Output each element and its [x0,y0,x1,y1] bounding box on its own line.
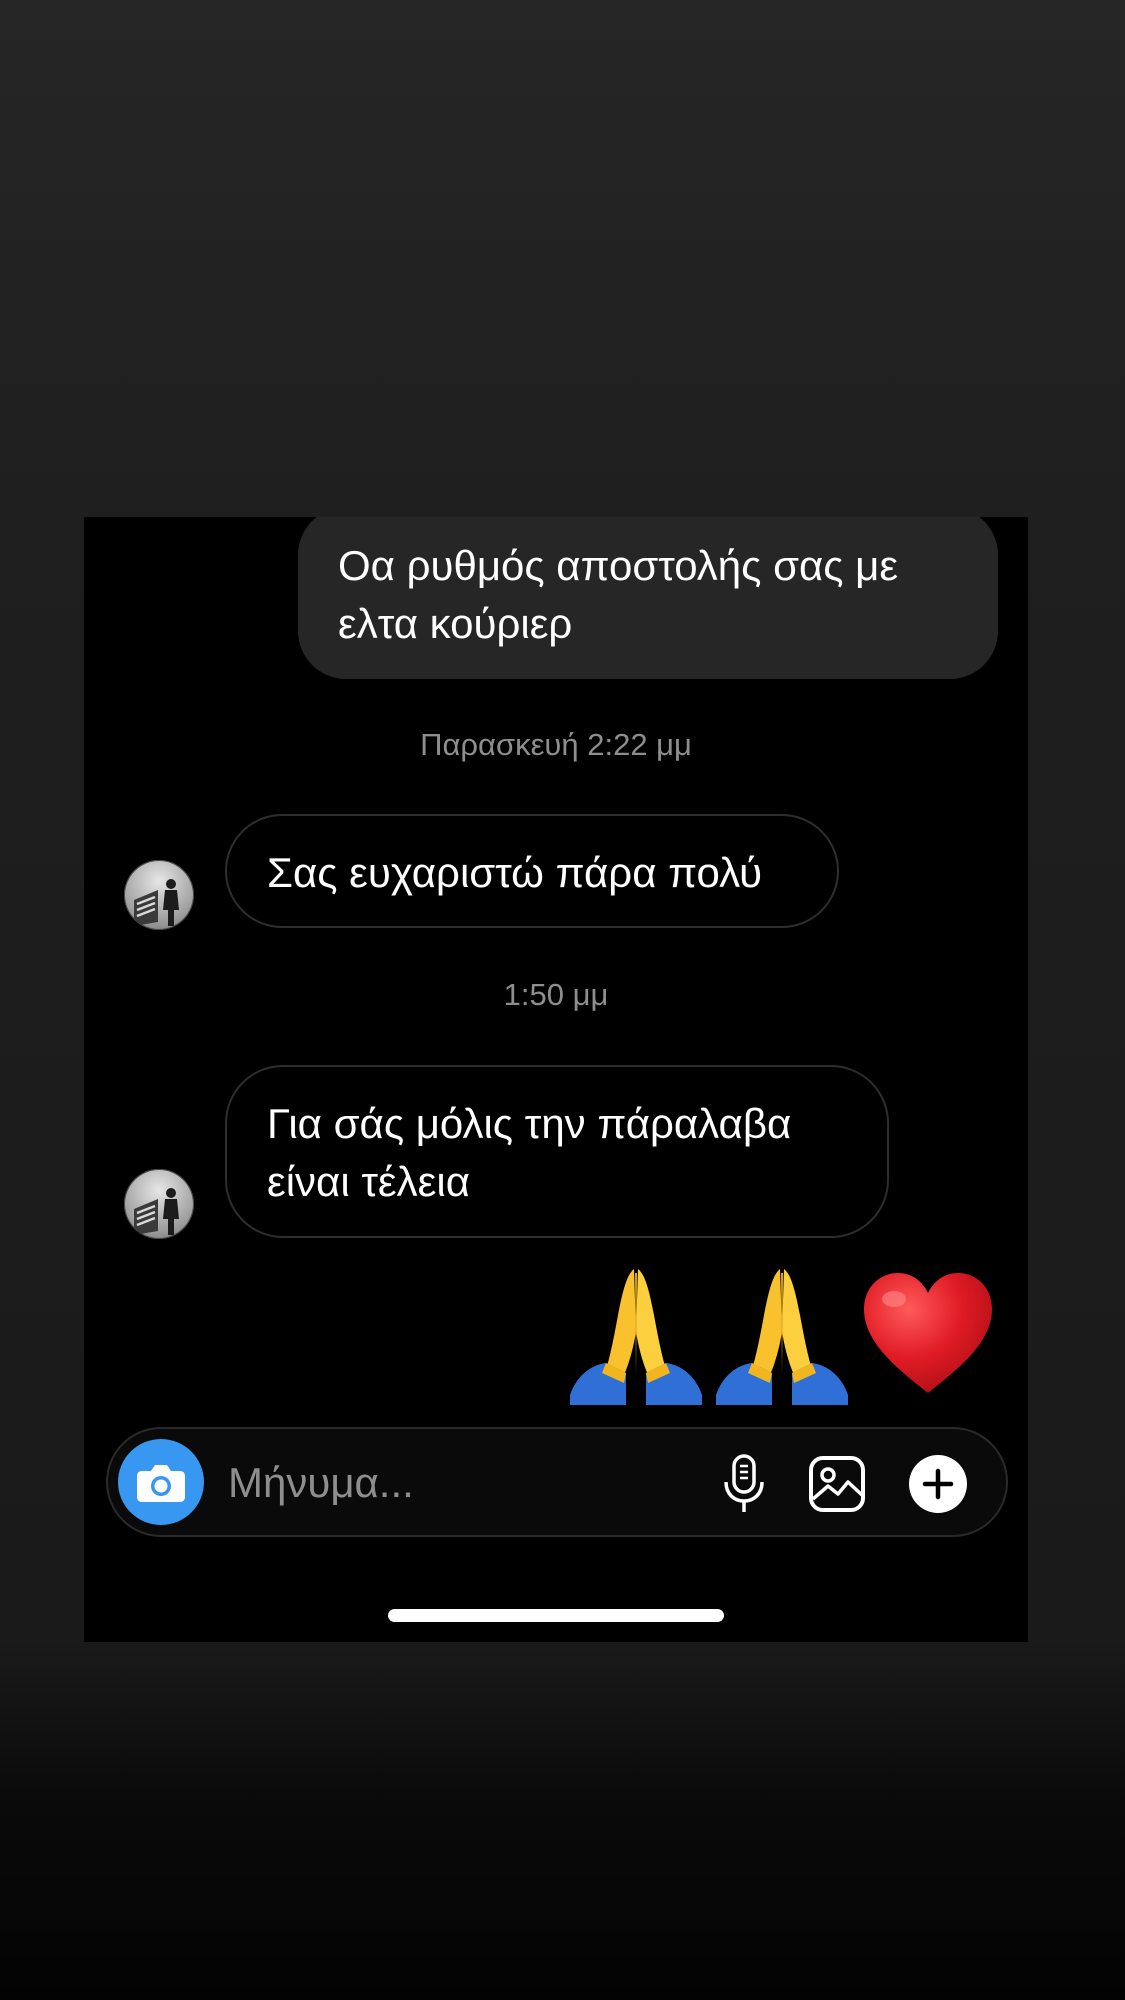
avatar[interactable] [124,860,194,930]
incoming-message[interactable]: Για σάς μόλις την πάραλαβα είναι τέλεια [225,1065,889,1238]
red-heart-emoji [864,1273,992,1393]
folded-hands-emoji [716,1269,848,1405]
folded-hands-emoji [570,1269,702,1405]
timestamp: 1:50 μμ [503,977,609,1012]
message-input[interactable] [228,1453,678,1513]
message-composer [106,1427,1008,1537]
plus-icon [909,1455,967,1513]
gallery-button[interactable] [807,1454,867,1514]
timestamp: Παρασκευή 2:22 μμ [420,727,692,762]
chat-screen: Οα ρυθμός αποστολής σας με ελτα κούριερ … [84,517,1028,1642]
microphone-icon [724,1454,764,1512]
home-indicator[interactable] [388,1609,724,1622]
gallery-icon [809,1456,865,1512]
incoming-message-text: Για σάς μόλις την πάραλαβα είναι τέλεια [267,1100,792,1205]
incoming-message-text: Σας ευχαριστώ πάρα πολύ [267,849,763,896]
avatar[interactable] [124,1169,194,1239]
camera-button[interactable] [118,1439,204,1525]
plus-button[interactable] [908,1454,968,1514]
outgoing-message-text: Οα ρυθμός αποστολής σας με ελτα κούριερ [338,542,899,647]
camera-icon [137,1465,185,1502]
incoming-message[interactable]: Σας ευχαριστώ πάρα πολύ [225,814,839,928]
outgoing-message[interactable]: Οα ρυθμός αποστολής σας με ελτα κούριερ [298,517,998,679]
emoji-message[interactable] [566,1265,998,1405]
microphone-button[interactable] [714,1454,774,1514]
